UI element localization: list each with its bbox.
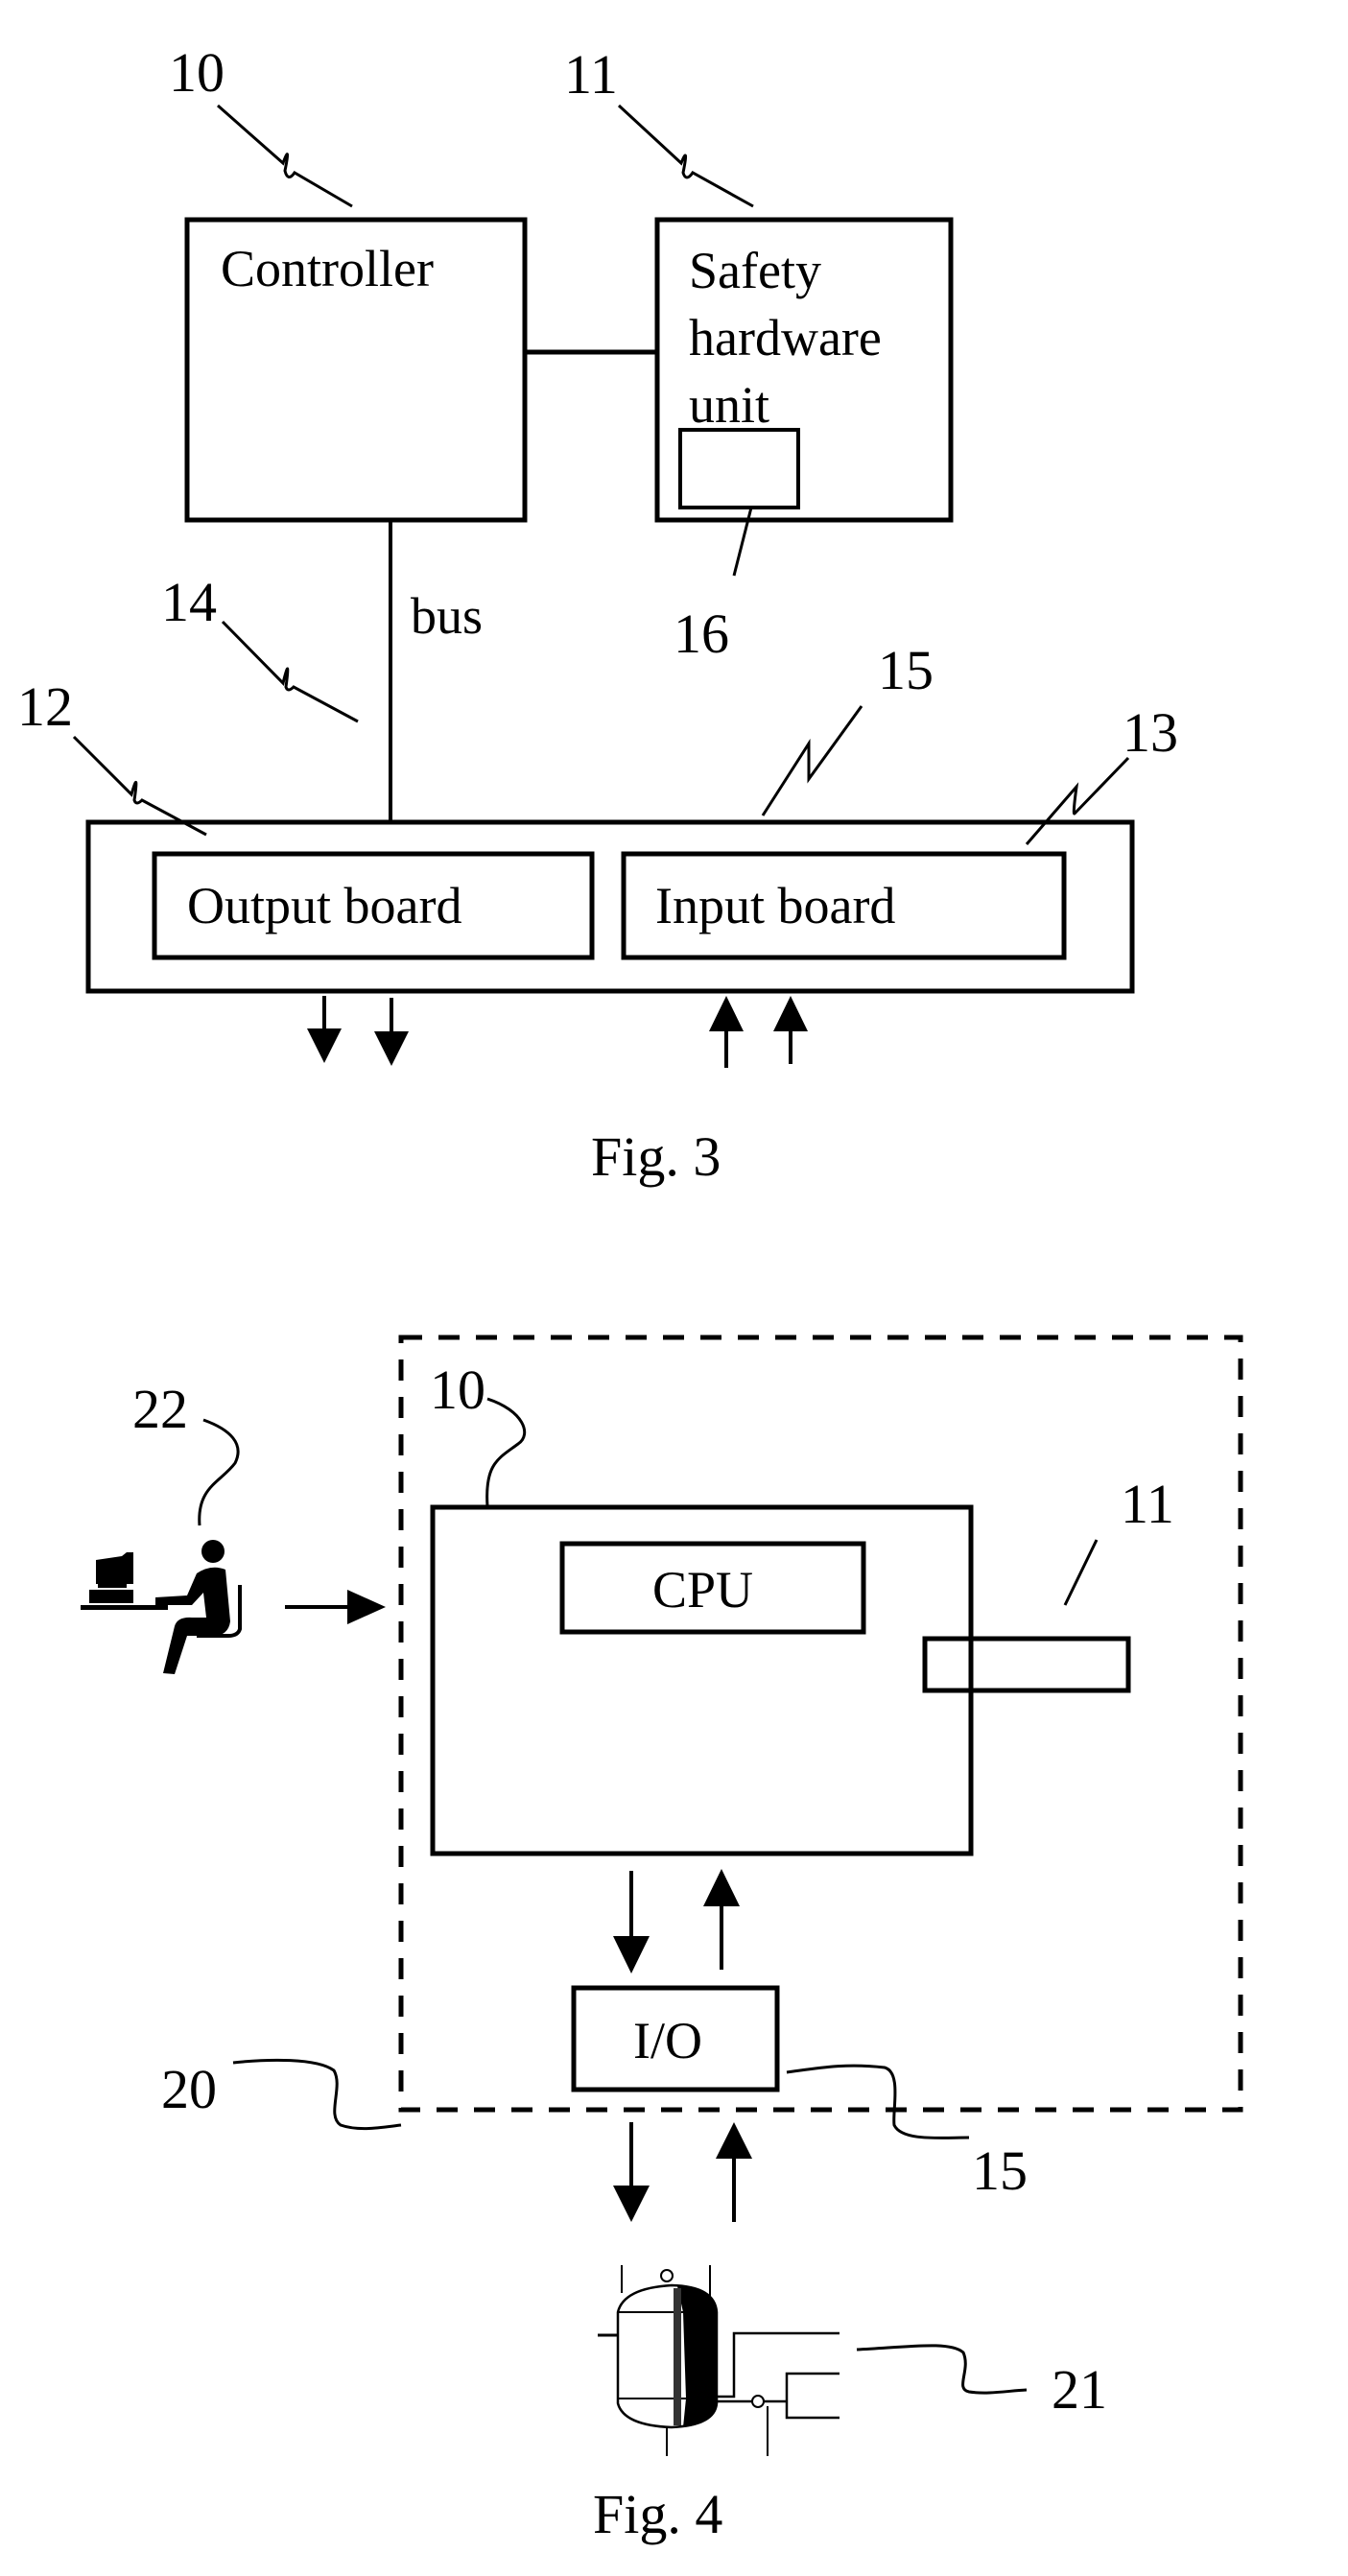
figure-4: 10 CPU 11 I/O 15 20 22 21 Fig. 4 xyxy=(81,1335,1243,2545)
leader-line-11 xyxy=(617,104,754,208)
ref-label-15: 15 xyxy=(878,639,934,701)
input-arrow-2 xyxy=(773,996,808,1064)
safety-label-line-2: hardware xyxy=(689,309,882,366)
io-to-process-arrow xyxy=(613,2122,650,2222)
leader-line-20 xyxy=(232,2058,402,2131)
ref-label-12: 12 xyxy=(17,675,73,738)
bus-label: bus xyxy=(411,587,483,645)
patent-drawing-sheet: 10 11 Controller Safety hardware unit 16… xyxy=(17,41,1243,2545)
safety-label-line-1: Safety xyxy=(689,242,821,299)
input-board-label: Input board xyxy=(655,877,895,934)
leader-line-14 xyxy=(221,620,359,723)
ref-label-11: 11 xyxy=(1121,1473,1174,1535)
controller-to-io-arrow xyxy=(613,1871,650,1973)
ref-label-15: 15 xyxy=(972,2139,1028,2202)
controller-label: Controller xyxy=(221,240,434,297)
input-arrow-1 xyxy=(709,996,744,1068)
process-vessel-icon xyxy=(598,2265,840,2456)
operator-at-computer-icon xyxy=(81,1540,242,1674)
ref-label-22: 22 xyxy=(132,1378,188,1440)
cpu-label: CPU xyxy=(652,1561,753,1619)
ref-label-10: 10 xyxy=(430,1359,485,1421)
controller-box xyxy=(430,1504,974,1856)
leader-line-13 xyxy=(1025,756,1130,845)
system-boundary-dashed-box xyxy=(398,1335,1243,2113)
output-board-label: Output board xyxy=(187,877,461,934)
io-to-controller-arrow xyxy=(703,1869,740,1970)
operator-to-system-arrow xyxy=(285,1590,386,1624)
output-arrow-1 xyxy=(307,996,342,1063)
ref-label-11: 11 xyxy=(564,43,618,106)
output-arrow-2 xyxy=(374,998,409,1066)
ref-label-21: 21 xyxy=(1052,2358,1107,2421)
safety-label-line-3: unit xyxy=(689,376,769,434)
leader-line-10 xyxy=(217,104,353,208)
ref-label-10: 10 xyxy=(169,41,225,104)
leader-line-11 xyxy=(1063,1539,1099,1606)
leader-line-15 xyxy=(786,2064,970,2139)
leader-line-10 xyxy=(485,1397,527,1507)
figure-3: 10 11 Controller Safety hardware unit 16… xyxy=(17,41,1178,1188)
leader-line-22 xyxy=(198,1418,240,1526)
io-label: I/O xyxy=(633,2012,702,2069)
figure-4-caption: Fig. 4 xyxy=(593,2483,722,2545)
leader-line-15 xyxy=(761,705,863,816)
ref-label-13: 13 xyxy=(1123,701,1178,764)
ref-label-20: 20 xyxy=(161,2058,217,2120)
safety-unit-box xyxy=(922,1636,1131,1693)
ref-label-14: 14 xyxy=(161,571,217,633)
process-to-io-arrow xyxy=(716,2122,752,2222)
safety-inner-module-box xyxy=(678,428,800,509)
figure-3-caption: Fig. 3 xyxy=(591,1125,721,1188)
leader-line-21 xyxy=(856,2344,1028,2395)
ref-label-16: 16 xyxy=(674,603,729,665)
